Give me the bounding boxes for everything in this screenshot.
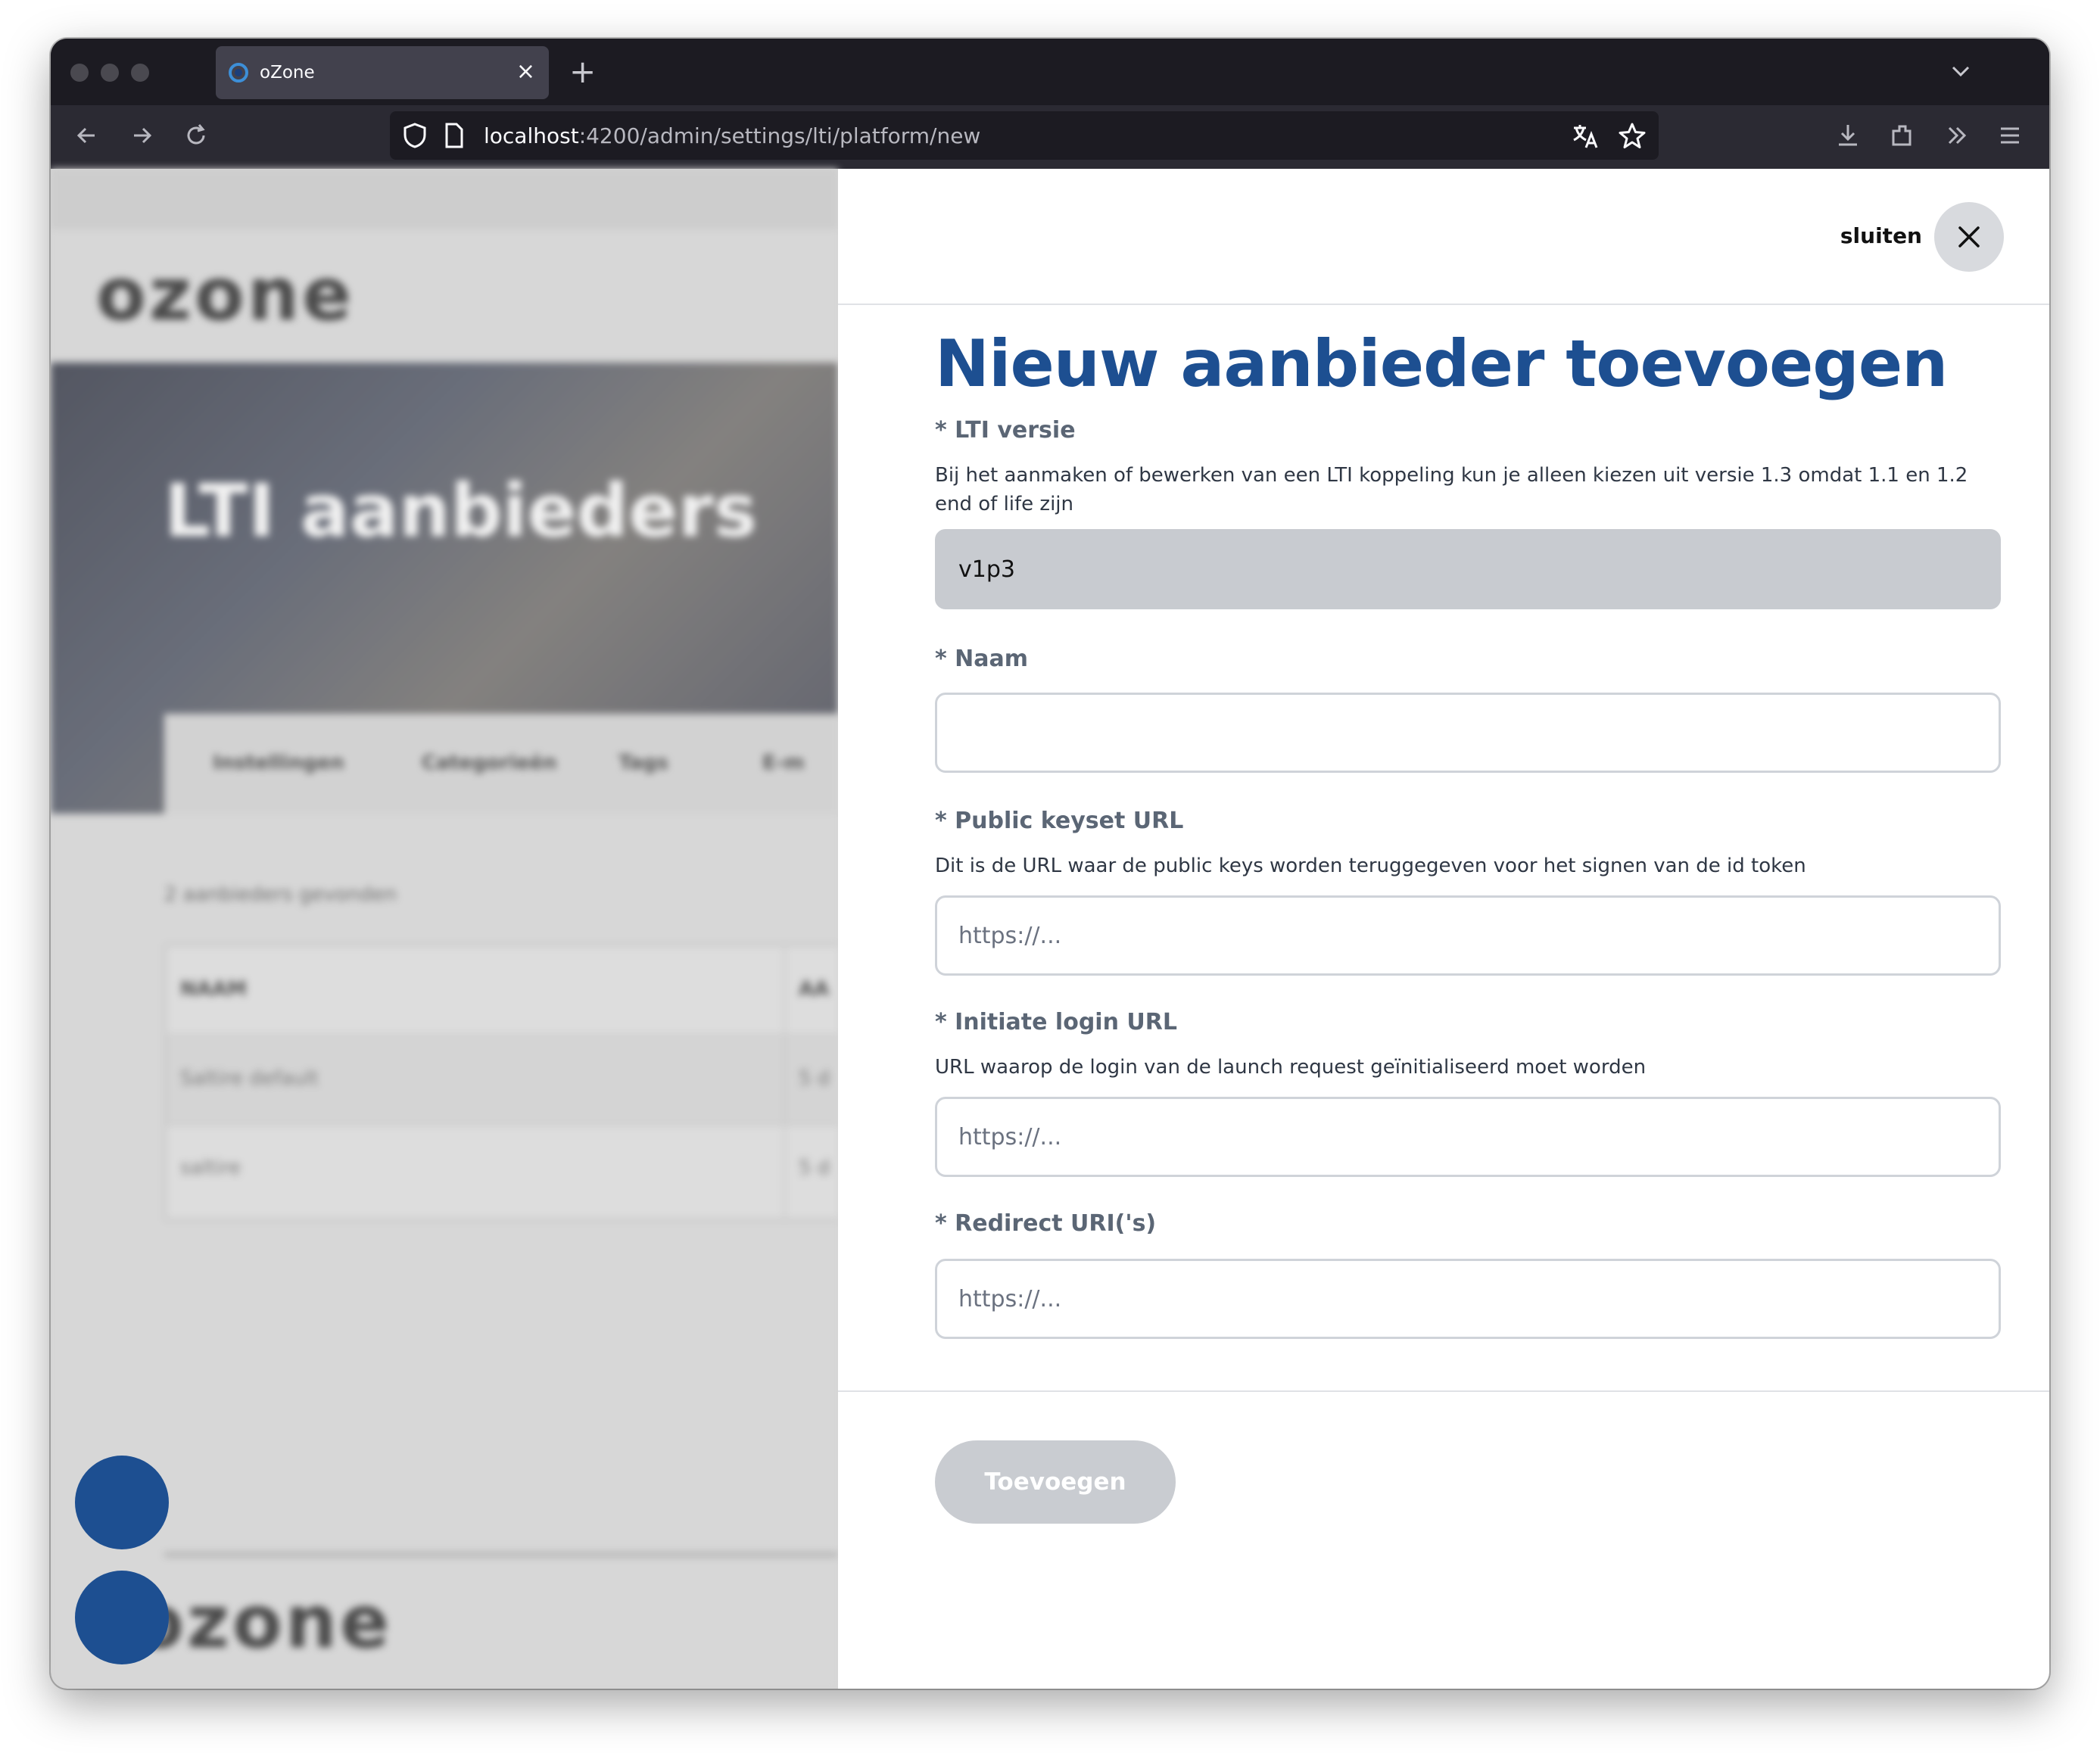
list-all-tabs-icon[interactable] [1948, 58, 1974, 84]
shield-icon[interactable] [402, 122, 428, 149]
close-label[interactable]: sluiten [1840, 223, 1922, 248]
name-input[interactable] [935, 693, 2001, 773]
more-tools-chevron-icon[interactable] [1942, 120, 1972, 151]
initiate-login-help: URL waarop de login van de launch reques… [935, 1056, 1647, 1079]
extensions-icon[interactable] [1887, 120, 1918, 151]
forward-arrow-icon[interactable] [126, 120, 157, 151]
back-arrow-icon[interactable] [72, 120, 102, 151]
accessibility-button[interactable] [75, 1456, 169, 1549]
page-info-icon[interactable] [443, 122, 466, 149]
panel-footer: Toevoegen [838, 1390, 2049, 1689]
redirect-uris-label: * Redirect URI('s) [935, 1210, 1157, 1237]
lti-version-help: Bij het aanmaken of bewerken van een LTI… [935, 464, 1968, 515]
public-keyset-input[interactable] [935, 895, 2001, 976]
bookmark-star-icon[interactable] [1618, 122, 1647, 151]
initiate-login-input[interactable] [935, 1097, 2001, 1177]
panel-title: Nieuw aanbieder toevoegen [935, 326, 1948, 402]
url-path: :4200/admin/settings/lti/platform/new [578, 123, 981, 148]
reload-icon[interactable] [181, 120, 211, 151]
translate-icon[interactable] [1571, 122, 1600, 151]
power-button[interactable] [75, 1571, 169, 1664]
add-provider-panel: sluiten Nieuw aanbieder toevoegen * LTI … [838, 169, 2049, 1689]
window-zoom-dot[interactable] [131, 64, 149, 82]
lti-version-label: * LTI versie [935, 417, 1076, 444]
url-text[interactable]: localhost:4200/admin/settings/lti/platfo… [484, 123, 980, 148]
redirect-uris-input[interactable] [935, 1259, 2001, 1339]
address-bar[interactable]: localhost:4200/admin/settings/lti/platfo… [390, 111, 1659, 160]
lti-version-field: v1p3 [935, 529, 2001, 609]
close-icon [1958, 226, 1980, 248]
initiate-login-label: * Initiate login URL [935, 1009, 1177, 1035]
panel-header: sluiten [838, 169, 2049, 305]
tab-strip: oZone × + [51, 39, 2049, 105]
submit-button[interactable]: Toevoegen [935, 1440, 1176, 1524]
hamburger-menu-icon[interactable] [1995, 120, 2025, 151]
page-viewport: ozone LTI aanbieders Instellingen Catego… [51, 169, 2049, 1689]
browser-tab-ozone[interactable]: oZone × [216, 46, 549, 99]
modal-backdrop[interactable] [51, 169, 838, 1689]
tab-close-icon[interactable]: × [516, 58, 535, 86]
tab-title: oZone [260, 63, 315, 83]
new-tab-button[interactable]: + [569, 54, 596, 90]
lti-version-value: v1p3 [958, 556, 1015, 583]
url-host: localhost [484, 123, 579, 148]
ozone-favicon-icon [229, 63, 248, 83]
public-keyset-help: Dit is de URL waar de public keys worden… [935, 855, 1806, 877]
navigation-toolbar: localhost:4200/admin/settings/lti/platfo… [51, 105, 2049, 170]
window-minimize-dot[interactable] [101, 64, 119, 82]
name-label: * Naam [935, 646, 1028, 672]
public-keyset-label: * Public keyset URL [935, 808, 1184, 834]
downloads-icon[interactable] [1833, 120, 1863, 151]
window-close-dot[interactable] [70, 64, 89, 82]
browser-window: oZone × + localhost:4200/admin/settings/… [51, 39, 2049, 1689]
close-button[interactable] [1934, 202, 2004, 272]
